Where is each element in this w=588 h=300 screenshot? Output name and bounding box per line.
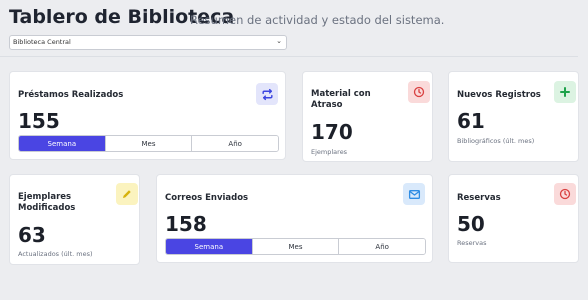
clock-icon: [554, 183, 576, 205]
modified-card-value: 63: [18, 223, 46, 247]
branch-select[interactable]: Biblioteca Central ⌄: [9, 35, 287, 50]
emails-period-year[interactable]: Año: [339, 239, 425, 254]
repeat-icon: [256, 83, 278, 105]
reservations-card-value: 50: [457, 212, 485, 236]
emails-card: Correos Enviados 158 Semana Mes Año: [156, 174, 433, 263]
overdue-card-value: 170: [311, 120, 353, 144]
loans-period-month[interactable]: Mes: [105, 136, 193, 151]
chevron-down-icon: ⌄: [276, 37, 282, 45]
new-records-card-title: Nuevos Registros: [457, 90, 541, 100]
reservations-card-sub: Reservas: [457, 239, 487, 247]
new-records-card-sub: Bibliográficos (últ. mes): [457, 137, 535, 145]
modified-card-title: Ejemplares Modificados: [18, 192, 76, 213]
loans-card-title: Préstamos Realizados: [18, 90, 124, 100]
loans-period-week[interactable]: Semana: [19, 136, 106, 151]
page-subtitle: Resumen de actividad y estado del sistem…: [190, 13, 445, 27]
header-divider: [0, 56, 578, 57]
modified-card-sub: Actualizados (últ. mes): [18, 250, 93, 258]
overdue-card-sub: Ejemplares: [311, 148, 348, 156]
overdue-card-title: Material con Atraso: [311, 89, 371, 110]
branch-select-value: Biblioteca Central: [13, 38, 71, 46]
new-records-card: Nuevos Registros 61 Bibliográficos (últ.…: [448, 71, 579, 162]
emails-period-month[interactable]: Mes: [252, 239, 340, 254]
envelope-icon: [403, 183, 425, 205]
emails-period-week[interactable]: Semana: [166, 239, 253, 254]
modified-card: Ejemplares Modificados 63 Actualizados (…: [9, 174, 140, 265]
reservations-card-title: Reservas: [457, 193, 501, 203]
loans-card-value: 155: [18, 109, 60, 133]
loans-period-toggle: Semana Mes Año: [18, 135, 279, 152]
loans-period-year[interactable]: Año: [192, 136, 278, 151]
reservations-card: Reservas 50 Reservas: [448, 174, 579, 263]
overdue-card: Material con Atraso 170 Ejemplares: [302, 71, 433, 162]
plus-icon: [554, 81, 576, 103]
loans-card: Préstamos Realizados 155 Semana Mes Año: [9, 71, 286, 160]
new-records-card-value: 61: [457, 109, 485, 133]
pencil-icon: [116, 183, 138, 205]
emails-card-title: Correos Enviados: [165, 193, 249, 203]
emails-card-value: 158: [165, 212, 207, 236]
clock-icon: [408, 81, 430, 103]
emails-period-toggle: Semana Mes Año: [165, 238, 426, 255]
